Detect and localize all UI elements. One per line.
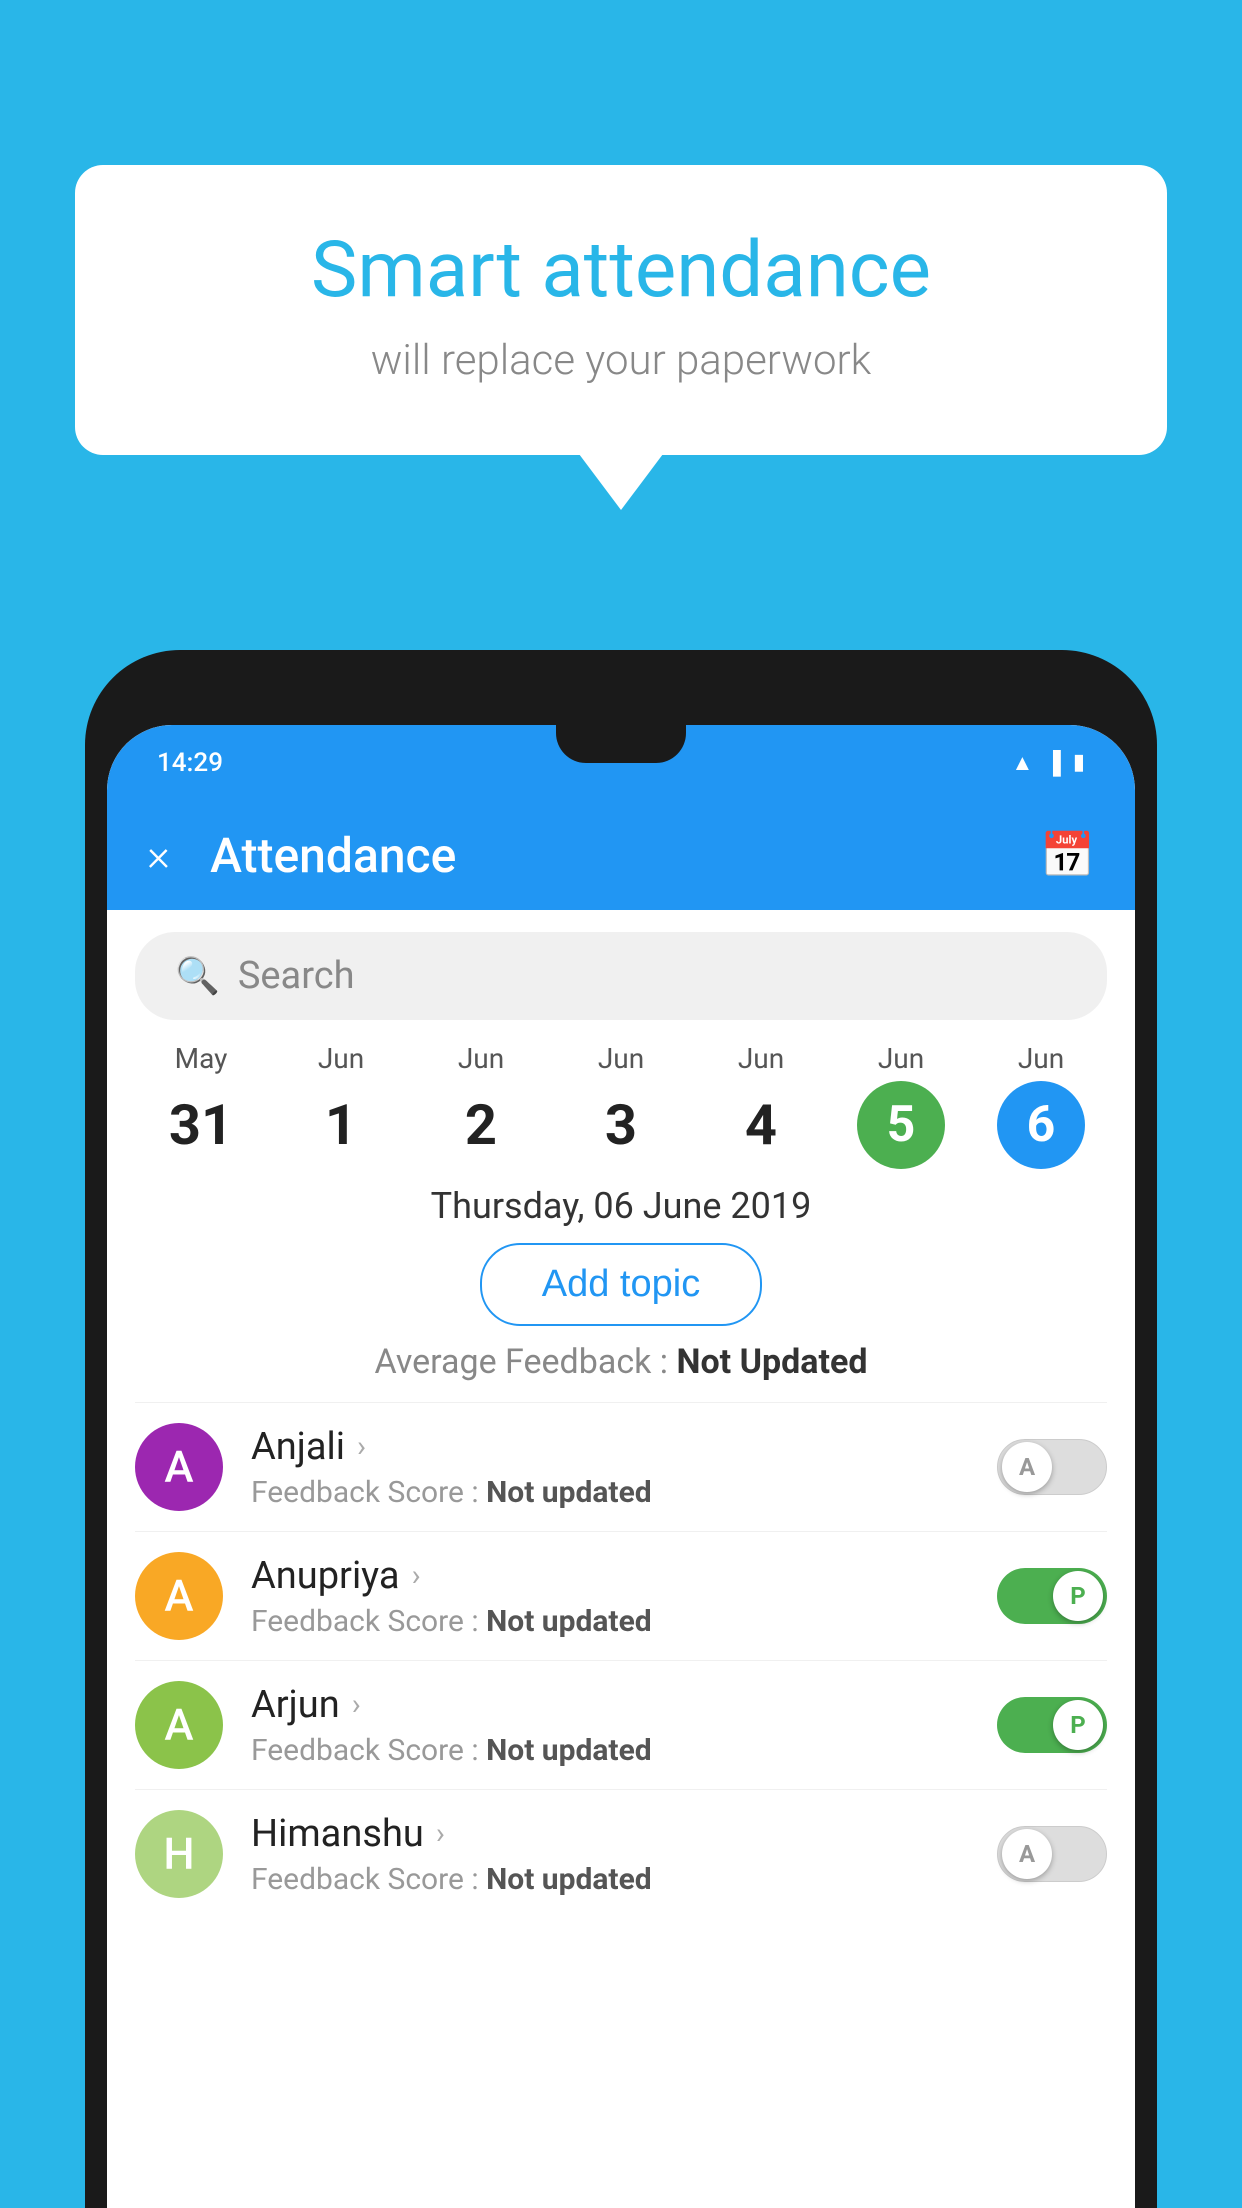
phone-screen: 14:29 ▲ ▐ ▮ × Attendance 📅 🔍 Search May 3… [107, 725, 1135, 2208]
date-number[interactable]: 31 [157, 1081, 245, 1169]
student-list: AAnjali ›Feedback Score : Not updatedAAA… [107, 1402, 1135, 1918]
date-cell[interactable]: Jun 3 [551, 1042, 691, 1175]
search-bar[interactable]: 🔍 Search [135, 932, 1107, 1020]
toggle-knob: A [1002, 1442, 1052, 1492]
date-cell[interactable]: Jun 2 [411, 1042, 551, 1175]
status-icons: ▲ ▐ ▮ [1012, 750, 1085, 776]
avatar: A [135, 1423, 223, 1511]
attendance-toggle[interactable]: P [997, 1697, 1107, 1753]
student-row[interactable]: A Anupriya › Feedback Score : Not updated P [135, 1531, 1107, 1660]
student-row[interactable]: A Arjun › Feedback Score : Not updated P [135, 1660, 1107, 1789]
date-number[interactable]: 2 [437, 1081, 525, 1169]
student-feedback: Feedback Score : Not updated [251, 1733, 997, 1768]
search-icon: 🔍 [175, 955, 220, 997]
date-month: May [131, 1042, 271, 1075]
bubble-subtitle: will replace your paperwork [155, 336, 1087, 385]
student-info: Arjun › Feedback Score : Not updated [251, 1683, 997, 1768]
camera-notch [556, 725, 686, 763]
student-name[interactable]: Anjali › [251, 1425, 997, 1469]
speech-bubble: Smart attendance will replace your paper… [75, 165, 1167, 455]
battery-icon: ▮ [1073, 750, 1085, 775]
chevron-icon: › [357, 1429, 366, 1464]
app-content: 🔍 Search May 31 Jun 1 Jun 2 Jun 3 Jun 4 Jun 5 Jun 6 T… [107, 910, 1135, 2208]
date-row: May 31 Jun 1 Jun 2 Jun 3 Jun 4 Jun 5 Jun 6 [107, 1042, 1135, 1175]
status-time: 14:29 [157, 748, 223, 778]
attendance-toggle[interactable]: P [997, 1568, 1107, 1624]
student-info: Himanshu › Feedback Score : Not updated [251, 1812, 997, 1897]
date-number[interactable]: 5 [857, 1081, 945, 1169]
date-number[interactable]: 3 [577, 1081, 665, 1169]
student-info: Anjali › Feedback Score : Not updated [251, 1425, 997, 1510]
date-number[interactable]: 4 [717, 1081, 805, 1169]
avatar: A [135, 1681, 223, 1769]
date-month: Jun [691, 1042, 831, 1075]
signal-icon: ▐ [1045, 750, 1061, 776]
app-header: × Attendance 📅 [107, 800, 1135, 910]
status-bar: 14:29 ▲ ▐ ▮ [107, 725, 1135, 800]
date-cell[interactable]: May 31 [131, 1042, 271, 1175]
add-topic-button[interactable]: Add topic [480, 1243, 762, 1326]
date-month: Jun [271, 1042, 411, 1075]
avatar: H [135, 1810, 223, 1898]
header-title: Attendance [210, 827, 1040, 884]
phone-frame: 14:29 ▲ ▐ ▮ × Attendance 📅 🔍 Search May 3… [85, 650, 1157, 2208]
date-month: Jun [971, 1042, 1111, 1075]
toggle-knob: P [1053, 1700, 1103, 1750]
toggle-knob: P [1053, 1571, 1103, 1621]
toggle-knob: A [1002, 1829, 1052, 1879]
selected-date-label: Thursday, 06 June 2019 [107, 1185, 1135, 1227]
attendance-toggle[interactable]: A [997, 1826, 1107, 1882]
wifi-icon: ▲ [1012, 750, 1034, 776]
date-cell[interactable]: Jun 1 [271, 1042, 411, 1175]
avatar: A [135, 1552, 223, 1640]
avg-feedback-label: Average Feedback : [375, 1342, 669, 1382]
student-name[interactable]: Himanshu › [251, 1812, 997, 1856]
chevron-icon: › [412, 1558, 421, 1593]
avg-feedback-value: Not Updated [676, 1342, 867, 1382]
chevron-icon: › [436, 1816, 445, 1851]
date-month: Jun [551, 1042, 691, 1075]
bubble-title: Smart attendance [155, 225, 1087, 316]
student-feedback: Feedback Score : Not updated [251, 1862, 997, 1897]
attendance-toggle[interactable]: A [997, 1439, 1107, 1495]
chevron-icon: › [352, 1687, 361, 1722]
student-name[interactable]: Anupriya › [251, 1554, 997, 1598]
date-cell[interactable]: Jun 6 [971, 1042, 1111, 1175]
date-month: Jun [831, 1042, 971, 1075]
student-row[interactable]: AAnjali ›Feedback Score : Not updatedA [135, 1402, 1107, 1531]
avg-feedback: Average Feedback : Not Updated [107, 1342, 1135, 1382]
date-number[interactable]: 1 [297, 1081, 385, 1169]
student-info: Anupriya › Feedback Score : Not updated [251, 1554, 997, 1639]
student-feedback: Feedback Score : Not updated [251, 1475, 997, 1510]
student-name[interactable]: Arjun › [251, 1683, 997, 1727]
date-number[interactable]: 6 [997, 1081, 1085, 1169]
close-button[interactable]: × [147, 829, 170, 881]
search-input[interactable]: Search [238, 954, 355, 998]
student-row[interactable]: H Himanshu › Feedback Score : Not updatedA [135, 1789, 1107, 1918]
date-month: Jun [411, 1042, 551, 1075]
date-cell[interactable]: Jun 5 [831, 1042, 971, 1175]
calendar-icon[interactable]: 📅 [1040, 829, 1095, 881]
date-cell[interactable]: Jun 4 [691, 1042, 831, 1175]
student-feedback: Feedback Score : Not updated [251, 1604, 997, 1639]
